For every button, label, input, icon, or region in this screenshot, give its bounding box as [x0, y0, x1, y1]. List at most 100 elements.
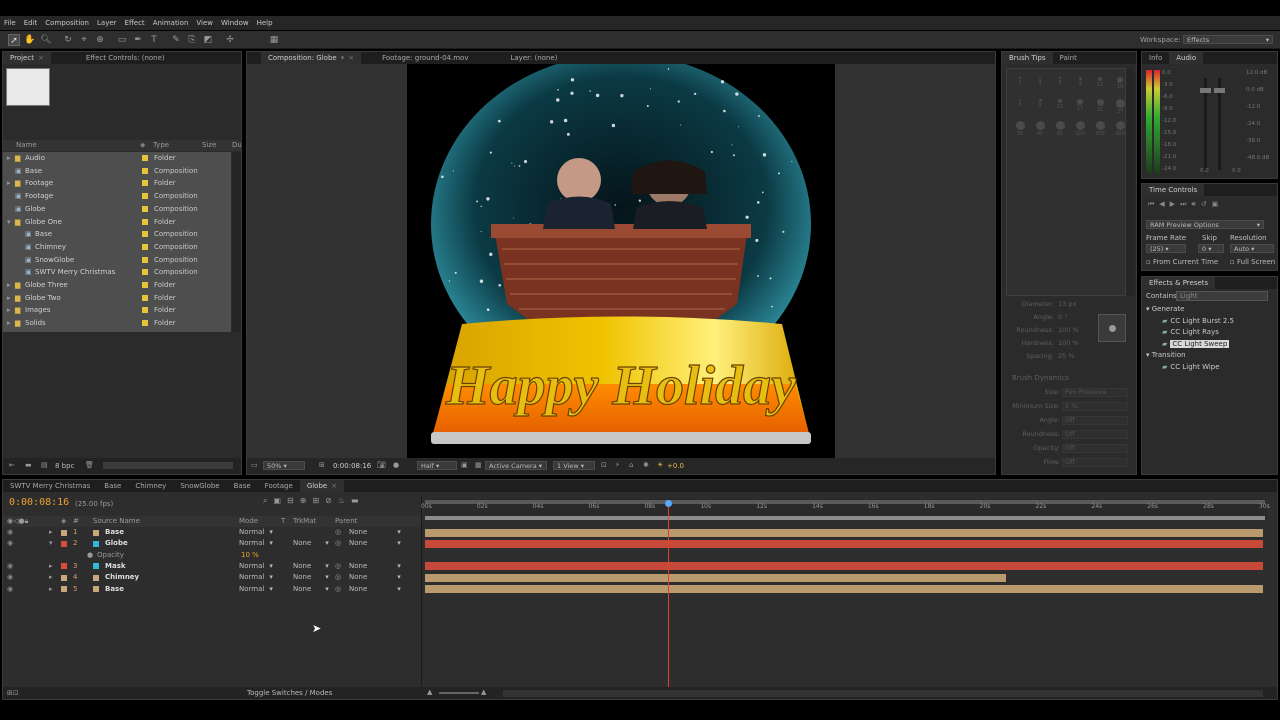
project-item[interactable]: ▣ Base Composition [3, 228, 231, 241]
timeline-tab[interactable]: SWTV Merry Christmas [3, 480, 97, 492]
clone-stamp-tool-icon[interactable]: ⎘ [186, 34, 198, 46]
tab-footage[interactable]: Footage: ground-04.mov [375, 52, 475, 64]
layer-label-swatch[interactable] [61, 586, 67, 592]
transparency-grid-icon[interactable]: ▦ [475, 461, 482, 469]
new-folder-icon[interactable]: ▬ [25, 461, 32, 469]
toggle-switches-modes-button[interactable]: Toggle Switches / Modes [247, 689, 332, 697]
project-item[interactable]: ▸ ▆ Globe Two Folder [3, 292, 231, 305]
fast-previews-icon[interactable]: ⚡︎ [615, 461, 620, 469]
column-type[interactable]: Type [153, 140, 169, 151]
project-item[interactable]: ▸ ▆ Footage Folder [3, 177, 231, 190]
column-mode[interactable]: Mode [239, 516, 258, 527]
selection-tool-icon[interactable]: ➚ [8, 34, 20, 46]
label-color-swatch[interactable] [142, 180, 148, 187]
view-layout-select[interactable]: 1 View ▾ [553, 461, 595, 470]
menu-layer[interactable]: Layer [93, 19, 121, 27]
project-horizontal-scrollbar[interactable] [103, 462, 233, 469]
layer-label-swatch[interactable] [61, 529, 67, 536]
brush-dynamics-select[interactable]: 1 % [1062, 402, 1128, 411]
disclosure-triangle-icon[interactable]: ▸ [49, 584, 53, 595]
pick-whip-icon[interactable]: ◎ [335, 527, 341, 538]
pick-whip-icon[interactable]: ◎ [335, 572, 341, 583]
effect-item[interactable]: ▰ CC Light Rays [1162, 328, 1219, 336]
composition-canvas[interactable]: Happy Holiday [407, 54, 835, 458]
close-icon[interactable]: × [38, 54, 44, 62]
pick-whip-icon[interactable]: ◎ [335, 584, 341, 595]
menu-file[interactable]: File [0, 19, 20, 27]
interpret-footage-icon[interactable]: ⇤ [9, 461, 15, 469]
label-color-swatch[interactable] [142, 269, 148, 276]
frame-rate-select[interactable]: (25) ▾ [1146, 244, 1186, 253]
timeline-tab[interactable]: Base [227, 480, 258, 492]
axis-mode-icon[interactable]: ▦ [268, 34, 280, 46]
project-item[interactable]: ▣ Base Composition [3, 165, 231, 178]
ram-preview-select[interactable]: RAM Preview Options ▾ [1146, 220, 1264, 229]
brush-tip[interactable]: 13 [1091, 75, 1109, 95]
zoom-select[interactable]: 50% ▾ [263, 461, 305, 470]
disclosure-triangle-icon[interactable]: ▸ [7, 152, 11, 165]
resolution-select[interactable]: Half ▾ [417, 461, 457, 470]
layer-parent-select[interactable]: None ▾ [349, 584, 401, 595]
brush-dynamics-select[interactable]: Off [1062, 444, 1128, 453]
timeline-timecode[interactable]: 0:00:08:16 [9, 497, 69, 508]
layer-row[interactable]: ◉ ▸ 5 Base Normal ▾ None ▾ ◎ None ▾ [3, 584, 421, 595]
disclosure-triangle-icon[interactable]: ▸ [49, 572, 53, 583]
column-number[interactable]: # [73, 516, 79, 527]
disclosure-triangle-icon[interactable]: ▾ [7, 216, 11, 229]
layer-duration-bar[interactable] [425, 573, 1006, 582]
column-name[interactable]: Name [16, 140, 37, 151]
timeline-tab[interactable]: Chimney [128, 480, 173, 492]
exposure-icon[interactable]: ☀ [657, 461, 663, 469]
layer-parent-select[interactable]: None ▾ [349, 572, 401, 583]
tab-layer[interactable]: Layer: (none) [503, 52, 564, 64]
brush-tip[interactable]: 200 [1091, 119, 1109, 139]
project-item[interactable]: ▸ ▆ Audio Folder [3, 152, 231, 165]
skip-select[interactable]: 0 ▾ [1198, 244, 1224, 253]
tab-paint[interactable]: Paint [1053, 52, 1084, 64]
close-icon[interactable]: × [331, 482, 337, 490]
menu-animation[interactable]: Animation [149, 19, 193, 27]
layer-parent-select[interactable]: None ▾ [349, 527, 401, 538]
visibility-eye-icon[interactable]: ◉ [7, 538, 13, 549]
tab-info[interactable]: Info [1142, 52, 1169, 64]
pick-whip-icon[interactable]: ◎ [335, 561, 341, 572]
eraser-tool-icon[interactable]: ◩ [202, 34, 214, 46]
project-item[interactable]: ▸ ▆ Solids Folder [3, 317, 231, 330]
column-parent[interactable]: Parent [335, 516, 357, 527]
snapshot-icon[interactable]: 📷︎ [377, 461, 386, 469]
trash-icon[interactable]: 🗑︎ [85, 461, 94, 469]
time-navigator[interactable] [425, 500, 1265, 504]
brush-tip[interactable]: 17 [1071, 97, 1089, 117]
project-item[interactable]: ▣ Footage Composition [3, 190, 231, 203]
layer-row[interactable]: ◉ ▸ 4 Chimney Normal ▾ None ▾ ◎ None ▾ [3, 572, 421, 583]
workspace-select[interactable]: Effects ▾ [1183, 35, 1273, 44]
menu-window[interactable]: Window [217, 19, 253, 27]
brush-tip[interactable]: 35 [1011, 119, 1029, 139]
label-color-swatch[interactable] [142, 193, 148, 200]
brush-tip[interactable]: 9 [1071, 75, 1089, 95]
pen-tool-icon[interactable]: ✒ [132, 34, 144, 46]
disclosure-triangle-icon[interactable]: ▸ [49, 561, 53, 572]
camera-tool-icon[interactable]: ⌖ [78, 34, 90, 46]
disclosure-triangle-icon[interactable]: ▸ [7, 292, 11, 305]
label-color-swatch[interactable] [142, 282, 148, 288]
show-channel-icon[interactable]: ● [393, 461, 399, 469]
region-of-interest-icon[interactable]: ▣ [461, 461, 468, 469]
layer-row[interactable]: ◉ ▾ 2 Globe Normal ▾ None ▾ ◎ None ▾ [3, 538, 421, 549]
layer-mode-select[interactable]: Normal ▾ [239, 561, 273, 572]
brush-tip[interactable]: 9 [1031, 97, 1049, 117]
rotate-tool-icon[interactable]: ↻ [62, 34, 74, 46]
flowchart-icon[interactable]: ✺ [643, 461, 649, 469]
timeline-tab[interactable]: SnowGlobe [173, 480, 226, 492]
audio-slider-right[interactable] [1214, 88, 1225, 93]
stopwatch-icon[interactable]: ● [87, 550, 93, 561]
brush-tip[interactable]: 5 [1011, 97, 1029, 117]
project-item[interactable]: ▣ SWTV Merry Christmas Composition [3, 266, 231, 279]
menu-effect[interactable]: Effect [121, 19, 149, 27]
pixel-aspect-icon[interactable]: ⊡ [601, 461, 607, 469]
audio-slider-left[interactable] [1200, 88, 1211, 93]
zoom-tool-icon[interactable]: 🔍︎ [40, 34, 52, 46]
from-current-time-checkbox[interactable]: ▫ From Current Time [1146, 258, 1218, 266]
tab-effects-presets[interactable]: Effects & Presets [1142, 277, 1216, 289]
brush-dynamics-select[interactable]: Pen Pressure [1062, 388, 1128, 397]
